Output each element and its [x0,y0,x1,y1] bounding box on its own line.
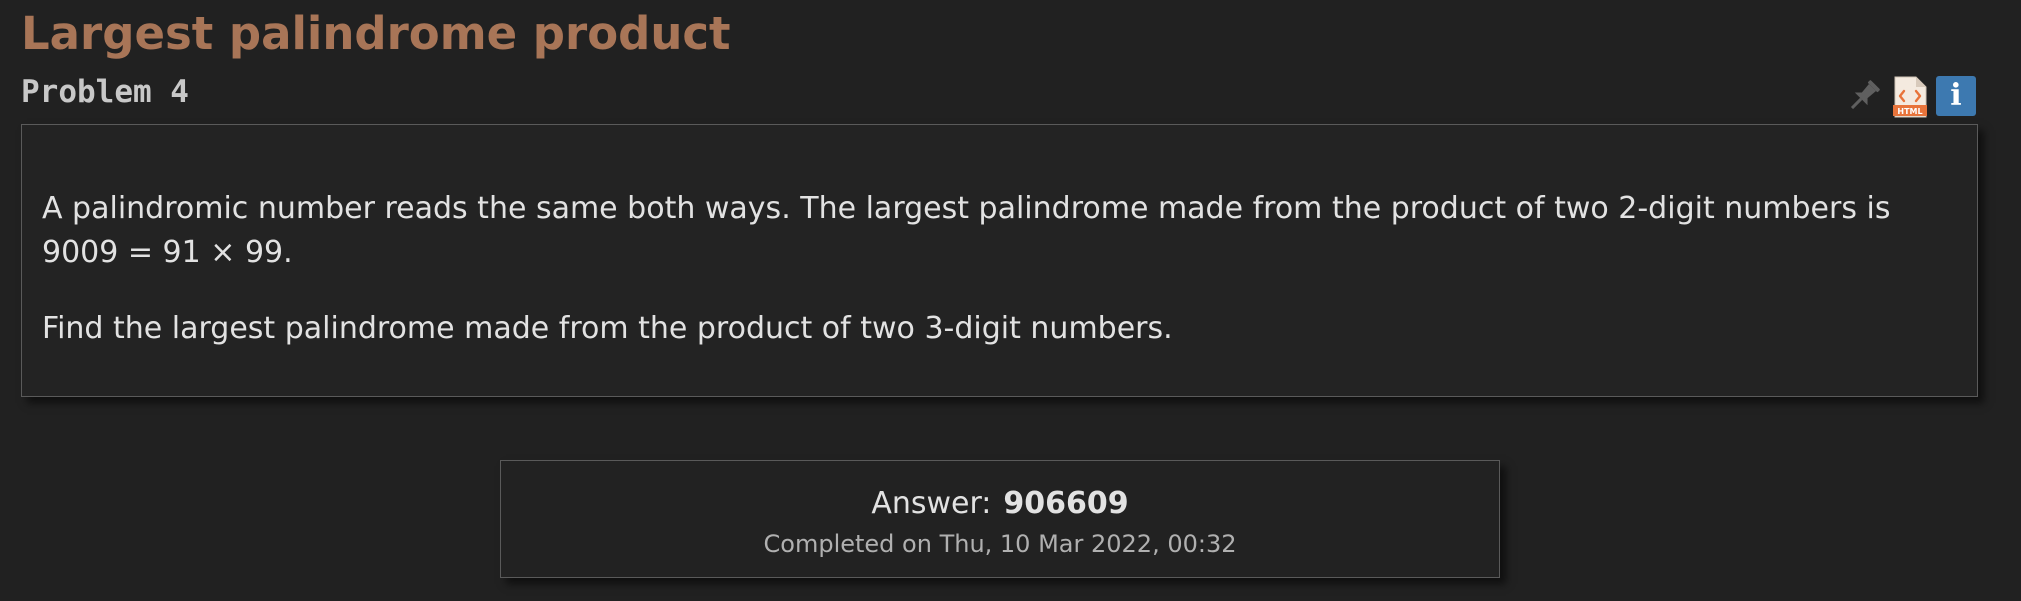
problem-content: A palindromic number reads the same both… [21,124,1978,397]
pin-icon[interactable] [1846,76,1882,116]
problem-paragraph: Find the largest palindrome made from th… [42,311,1173,346]
problem-paragraph: A palindromic number reads the same both… [42,191,1891,270]
answer-value: 906609 [1003,486,1129,521]
answer-line: Answer: 906609 [501,484,1499,524]
problem-icon-bar: HTML i [1846,76,1980,118]
html-icon[interactable]: HTML [1892,76,1928,118]
page-title: Largest palindrome product [21,7,731,60]
answer-label: Answer: [871,486,992,521]
html-icon-label: HTML [1897,107,1922,116]
answer-panel: Answer: 906609 Completed on Thu, 10 Mar 2… [500,460,1500,578]
problem-number: Problem 4 [21,74,189,110]
info-icon[interactable]: i [1936,76,1976,116]
completed-timestamp: Completed on Thu, 10 Mar 2022, 00:32 [763,530,1237,558]
